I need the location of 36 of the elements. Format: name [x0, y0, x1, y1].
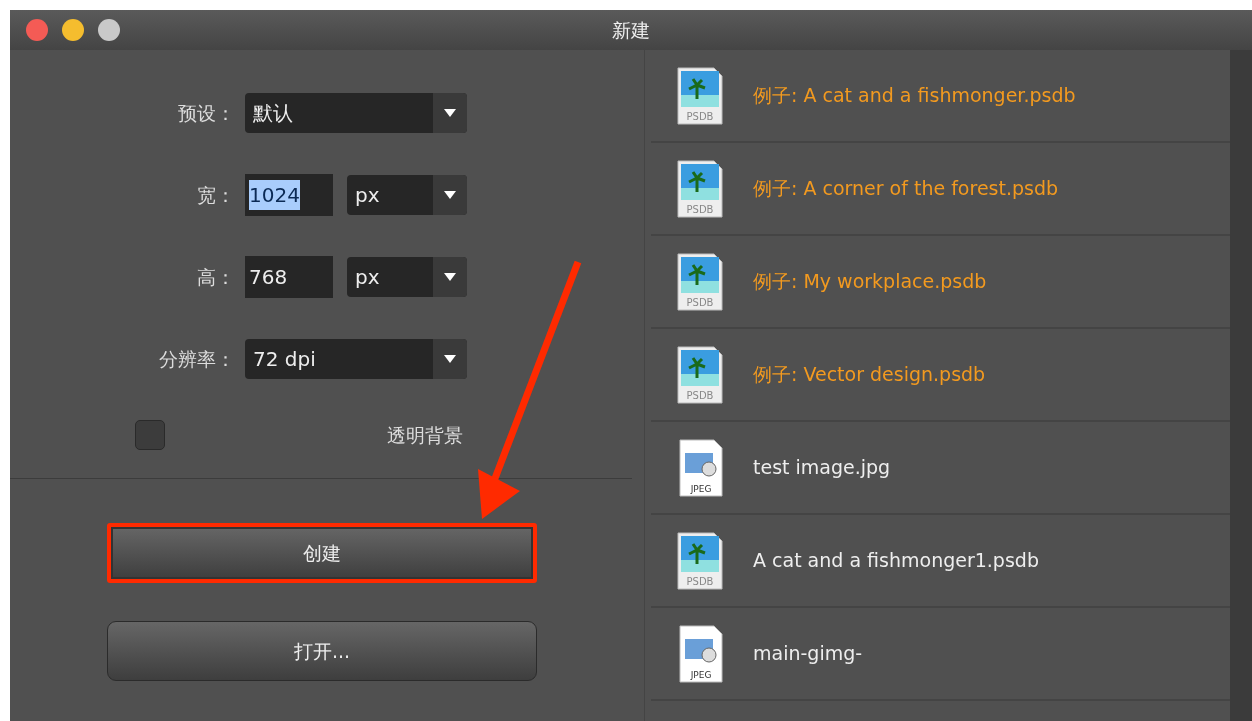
zoom-button[interactable] — [98, 19, 120, 41]
field-label: 预设： — [178, 101, 235, 124]
image-file-icon: PSDB — [677, 345, 723, 404]
dropdown-arrow-icon — [443, 272, 457, 282]
window-title: 新建 — [612, 18, 650, 41]
dropdown-arrow-icon — [443, 354, 457, 364]
file-list-item[interactable]: PSDB 例子: A cat and a fishmonger.psdb — [651, 50, 1230, 143]
photo-file-icon: JPEG — [677, 624, 723, 683]
file-list-item[interactable]: JPEG main-gimg- — [651, 608, 1230, 701]
dropdown[interactable]: 72 dpi — [245, 339, 467, 379]
dropdown[interactable]: px — [347, 175, 467, 215]
file-list-item[interactable]: PSDB 例子: Vector design.psdb — [651, 329, 1230, 422]
dropdown-arrow-icon — [443, 190, 457, 200]
file-list-item[interactable]: JPEG test image.jpg — [651, 422, 1230, 515]
photo-file-icon: JPEG — [677, 438, 723, 497]
minimize-button[interactable] — [62, 19, 84, 41]
field-label: 分辨率： — [159, 347, 235, 370]
image-file-icon: PSDB — [677, 252, 723, 311]
field-label: 高： — [197, 265, 235, 288]
file-list-item[interactable]: PSDB 例子: My workplace.psdb — [651, 236, 1230, 329]
image-file-icon: PSDB — [677, 531, 723, 590]
input-field[interactable]: 768 — [245, 256, 333, 298]
dropdown[interactable]: 默认 — [245, 93, 467, 133]
image-file-icon: PSDB — [677, 159, 723, 218]
file-list-item[interactable]: PSDB 例子: A corner of the forest.psdb — [651, 143, 1230, 236]
action-button[interactable]: 创建 — [107, 523, 537, 583]
checkbox-label: 透明背景 — [387, 422, 463, 448]
checkbox[interactable] — [135, 420, 165, 450]
file-list-item[interactable]: PSDB A cat and a fishmonger1.psdb — [651, 515, 1230, 608]
close-button[interactable] — [26, 19, 48, 41]
input-field[interactable]: 1024 — [245, 174, 333, 216]
action-button[interactable]: 打开... — [107, 621, 537, 681]
dropdown[interactable]: px — [347, 257, 467, 297]
field-label: 宽： — [197, 183, 235, 206]
dropdown-arrow-icon — [443, 108, 457, 118]
image-file-icon: PSDB — [677, 66, 723, 125]
